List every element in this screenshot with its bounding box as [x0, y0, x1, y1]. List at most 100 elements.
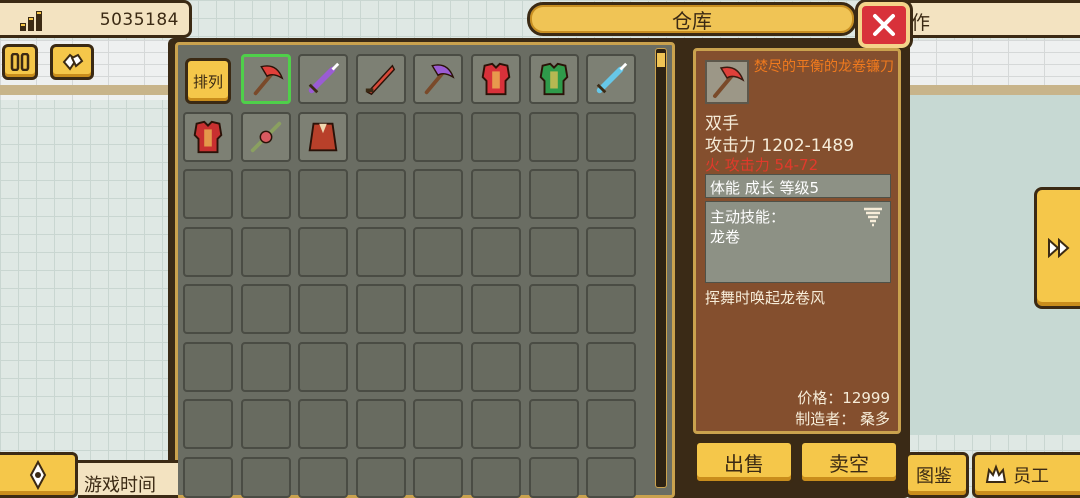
- inventory-slot[interactable]: [413, 399, 464, 449]
- inventory-slot[interactable]: [471, 284, 521, 334]
- inventory-slot[interactable]: [528, 456, 579, 498]
- inventory-slot[interactable]: [413, 456, 464, 498]
- inventory-slot[interactable]: [298, 456, 349, 498]
- inventory-slot[interactable]: [240, 111, 291, 162]
- inventory-slot[interactable]: [586, 399, 637, 449]
- inventory-slot[interactable]: [471, 399, 521, 449]
- item-detail-panel: 焚尽的平衡的龙卷镰刀 双手 攻击力 1202-1489 火 攻击力 54-72 …: [693, 48, 901, 434]
- expand-panel-button[interactable]: [1034, 187, 1080, 309]
- inventory-slot[interactable]: [298, 399, 349, 449]
- inventory-slot[interactable]: [528, 226, 579, 277]
- inventory-slot[interactable]: [528, 341, 579, 392]
- inventory-slot[interactable]: [413, 54, 464, 104]
- inventory-slot[interactable]: [586, 169, 637, 219]
- inventory-slot[interactable]: [355, 54, 406, 104]
- inventory-slot[interactable]: [528, 169, 579, 219]
- skill-box: 主动技能： 龙卷: [705, 201, 891, 283]
- skill-title: 主动技能：: [710, 208, 786, 226]
- sort-button[interactable]: 排列: [185, 58, 231, 104]
- inventory-slot[interactable]: [586, 226, 637, 277]
- inventory-slot[interactable]: [240, 54, 291, 104]
- item-description: 挥舞时唤起龙卷风: [705, 289, 826, 307]
- axe-icon: [425, 64, 455, 95]
- inventory-slot[interactable]: [183, 341, 233, 392]
- sort-label: 排列: [192, 72, 223, 91]
- inventory-slot[interactable]: [183, 284, 233, 334]
- inventory-slot[interactable]: [528, 111, 579, 162]
- inventory-slot[interactable]: [298, 284, 349, 334]
- inventory-slot[interactable]: [240, 341, 291, 392]
- inventory-slot[interactable]: [298, 169, 349, 219]
- inventory-slot[interactable]: [240, 169, 291, 219]
- inventory-slot[interactable]: [471, 226, 521, 277]
- inventory-slot[interactable]: [298, 111, 349, 162]
- encyclopedia-button[interactable]: 图鉴: [905, 452, 969, 498]
- inventory-slot[interactable]: [413, 284, 464, 334]
- coins-stack-icon: [20, 11, 42, 31]
- tornado-icon: [864, 207, 882, 227]
- sell-all-label: 卖空: [829, 451, 869, 476]
- inventory-slot[interactable]: [528, 54, 579, 104]
- inventory-slot[interactable]: [298, 54, 349, 104]
- inventory-slot[interactable]: [586, 54, 637, 104]
- inventory-slot[interactable]: [355, 399, 406, 449]
- items-button[interactable]: [50, 44, 94, 80]
- inventory-slot[interactable]: [183, 456, 233, 498]
- inventory-slot[interactable]: [183, 111, 233, 162]
- inventory-slot[interactable]: [183, 399, 233, 449]
- inventory-slot[interactable]: [586, 456, 637, 498]
- compass-icon: [29, 460, 46, 490]
- inventory-slot[interactable]: [413, 226, 464, 277]
- inventory-slot[interactable]: [413, 341, 464, 392]
- inventory-slot[interactable]: [240, 284, 291, 334]
- inventory-slot[interactable]: [586, 284, 637, 334]
- inventory-slot[interactable]: [298, 226, 349, 277]
- inventory-slot[interactable]: [471, 111, 521, 162]
- top-right-text: 作: [911, 12, 931, 34]
- inventory-slot[interactable]: [413, 169, 464, 219]
- pause-icon: [10, 53, 30, 71]
- inventory-scrollbar[interactable]: [655, 48, 667, 488]
- sell-label: 出售: [724, 451, 764, 476]
- sword-icon: [308, 62, 340, 94]
- scroll-thumb[interactable]: [657, 53, 665, 67]
- inventory-slot[interactable]: [240, 456, 291, 498]
- attribute-box: 体能 成长 等级5: [705, 174, 891, 198]
- inventory-slot[interactable]: [528, 284, 579, 334]
- inventory-slot[interactable]: [298, 341, 349, 392]
- double-chevron-right-icon: [1047, 238, 1070, 258]
- sword-icon: [596, 62, 628, 94]
- inventory-slot[interactable]: [240, 226, 291, 277]
- inventory-slot[interactable]: [355, 226, 406, 277]
- inventory-slot[interactable]: [183, 169, 233, 219]
- top-right-label: 作: [900, 0, 1080, 38]
- pause-button[interactable]: [2, 44, 38, 80]
- inventory-slot[interactable]: [355, 456, 406, 498]
- inventory-slot[interactable]: [355, 111, 406, 162]
- axe-icon: [713, 66, 745, 98]
- inventory-slot[interactable]: [471, 456, 521, 498]
- staff-icon: [250, 121, 281, 152]
- inventory-slot[interactable]: [586, 111, 637, 162]
- inventory-slot[interactable]: [240, 399, 291, 449]
- inventory-slot[interactable]: [355, 284, 406, 334]
- window-title: 仓库: [672, 8, 712, 33]
- sell-button[interactable]: 出售: [694, 440, 794, 484]
- inventory-slot[interactable]: [471, 169, 521, 219]
- inventory-slot[interactable]: [471, 341, 521, 392]
- inventory-slot[interactable]: [471, 54, 521, 104]
- sell-all-button[interactable]: 卖空: [799, 440, 899, 484]
- item-price: 价格：12999: [797, 389, 890, 407]
- inventory-slot[interactable]: [183, 226, 233, 277]
- inventory-slot[interactable]: [355, 341, 406, 392]
- inventory-slot[interactable]: [355, 169, 406, 219]
- inventory-slot[interactable]: [586, 341, 637, 392]
- inventory-slot[interactable]: [413, 111, 464, 162]
- map-button[interactable]: [0, 452, 78, 498]
- staff-button[interactable]: 员工: [972, 452, 1080, 498]
- inventory-slot[interactable]: [528, 399, 579, 449]
- gems-icon: [62, 53, 84, 71]
- item-name: 焚尽的平衡的龙卷镰刀: [754, 59, 894, 75]
- game-time-bar: 游戏时间: [78, 460, 178, 498]
- close-button[interactable]: [855, 0, 913, 51]
